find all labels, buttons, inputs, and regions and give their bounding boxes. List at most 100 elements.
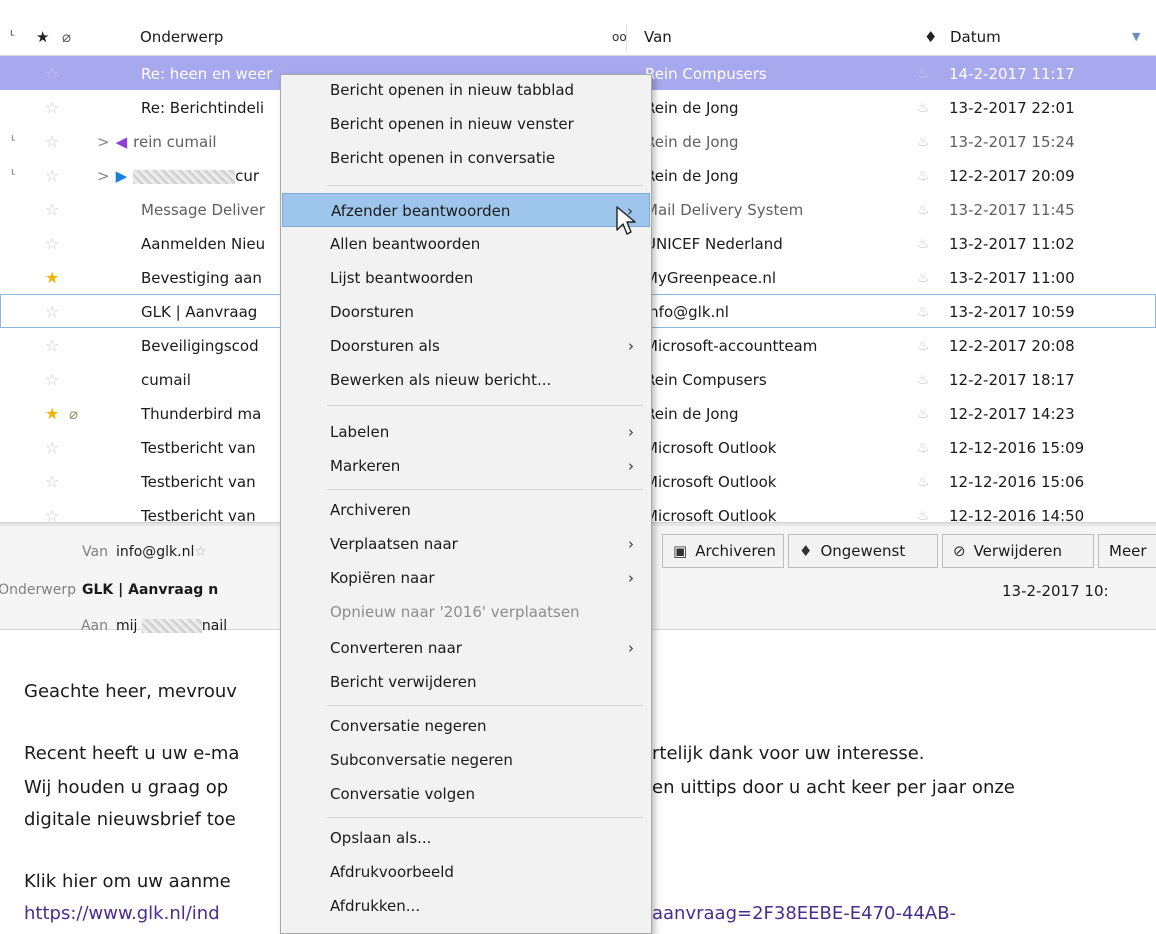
junk-flame-icon[interactable]: ♨ bbox=[917, 261, 937, 293]
menu-item-edit-as-new[interactable]: Bewerken als nieuw bericht... bbox=[282, 363, 650, 397]
star-filled-icon[interactable]: ★ bbox=[45, 261, 65, 293]
menu-item-ignore-subthread[interactable]: Subconversatie negeren bbox=[282, 743, 650, 777]
menu-item-save-as[interactable]: Opslaan als... bbox=[282, 821, 650, 855]
menu-item-label: Doorsturen bbox=[330, 303, 414, 321]
menu-separator bbox=[327, 405, 643, 406]
menu-item-label: Lijst beantwoorden bbox=[330, 269, 474, 287]
star-column-icon[interactable]: ★ bbox=[36, 18, 49, 56]
message-from: info@glk.nl bbox=[645, 303, 729, 321]
menu-item-mark[interactable]: Markeren › bbox=[282, 449, 650, 483]
archive-icon: ▣ bbox=[673, 542, 688, 560]
menu-item-move-to[interactable]: Verplaatsen naar › bbox=[282, 527, 650, 561]
menu-separator bbox=[327, 817, 643, 818]
message-from: Microsoft Outlook bbox=[645, 507, 777, 522]
junk-button[interactable]: ♦ Ongewenst bbox=[788, 534, 938, 568]
junk-flame-icon[interactable]: ♨ bbox=[917, 159, 937, 191]
body-text: Klik hier om uw aanme bbox=[24, 871, 231, 892]
sort-descending-icon: ▼ bbox=[1132, 30, 1141, 43]
menu-item-convert-to[interactable]: Converteren naar › bbox=[282, 631, 650, 665]
star-icon[interactable]: ☆ bbox=[45, 465, 65, 497]
attachment-column-icon[interactable]: ⌀ bbox=[62, 18, 71, 56]
more-button-label: Meer bbox=[1109, 542, 1147, 560]
menu-item-label: Opslaan als... bbox=[330, 829, 432, 847]
subject-column-header[interactable]: Onderwerp bbox=[140, 18, 223, 56]
menu-item-reply-list[interactable]: Lijst beantwoorden bbox=[282, 261, 650, 295]
from-column-header[interactable]: Van bbox=[644, 18, 672, 56]
menu-item-print-preview[interactable]: Afdrukvoorbeeld bbox=[282, 855, 650, 889]
star-icon[interactable]: ☆ bbox=[45, 227, 65, 259]
star-icon[interactable]: ☆ bbox=[45, 363, 65, 395]
menu-item-archive[interactable]: Archiveren bbox=[282, 493, 650, 527]
submenu-arrow-icon: › bbox=[628, 535, 634, 553]
add-contact-star-icon[interactable]: ☆ bbox=[194, 544, 207, 560]
from-value[interactable]: info@glk.nl bbox=[116, 544, 194, 560]
submenu-arrow-icon: › bbox=[628, 423, 634, 441]
menu-item-label: Subconversatie negeren bbox=[330, 751, 513, 769]
message-date: 13-2-2017 11:00 bbox=[949, 269, 1075, 287]
star-icon[interactable]: ☆ bbox=[45, 193, 65, 225]
junk-flame-icon[interactable]: ♨ bbox=[917, 295, 937, 327]
body-text: Wij houden u graag op bbox=[24, 777, 229, 798]
forwarded-icon: ▶ bbox=[115, 167, 128, 185]
junk-flame-icon[interactable]: ♨ bbox=[917, 227, 937, 259]
message-date: 12-2-2017 18:17 bbox=[949, 371, 1075, 389]
star-icon[interactable]: ☆ bbox=[45, 295, 65, 327]
star-icon[interactable]: ☆ bbox=[45, 91, 65, 123]
menu-item-print[interactable]: Afdrukken... bbox=[282, 889, 650, 923]
junk-flame-icon[interactable]: ♨ bbox=[917, 499, 937, 522]
menu-item-label: Bewerken als nieuw bericht... bbox=[330, 371, 552, 389]
star-icon[interactable]: ☆ bbox=[45, 125, 65, 157]
correspondents-column-icon[interactable]: oo bbox=[612, 18, 627, 56]
body-link[interactable]: https://www.glk.nl/ind bbox=[24, 903, 220, 924]
body-text: en uittips door u acht keer per jaar onz… bbox=[652, 777, 1015, 798]
subject-value-wrap: GLK | Aanvraag n bbox=[82, 582, 218, 598]
star-icon[interactable]: ☆ bbox=[45, 499, 65, 522]
message-from: UNICEF Nederland bbox=[645, 235, 783, 253]
menu-item-label: Conversatie volgen bbox=[330, 785, 475, 803]
junk-flame-icon[interactable]: ♨ bbox=[917, 125, 937, 157]
context-menu: Bericht openen in nieuw tabblad Bericht … bbox=[280, 74, 652, 934]
menu-item-forward-as[interactable]: Doorsturen als › bbox=[282, 329, 650, 363]
menu-separator bbox=[327, 489, 643, 490]
body-link[interactable]: aanvraag=2F38EEBE-E470-44AB- bbox=[652, 903, 956, 924]
star-icon[interactable]: ☆ bbox=[45, 329, 65, 361]
menu-item-open-window[interactable]: Bericht openen in nieuw venster bbox=[282, 107, 650, 141]
junk-flame-icon[interactable]: ♨ bbox=[917, 363, 937, 395]
message-from: Rein Compusers bbox=[645, 371, 767, 389]
junk-flame-icon[interactable]: ♨ bbox=[917, 465, 937, 497]
menu-item-forward[interactable]: Doorsturen bbox=[282, 295, 650, 329]
junk-flame-icon[interactable]: ♨ bbox=[917, 329, 937, 361]
menu-item-move-again: Opnieuw naar '2016' verplaatsen bbox=[282, 595, 650, 629]
menu-item-open-conversation[interactable]: Bericht openen in conversatie bbox=[282, 141, 650, 175]
menu-item-copy-to[interactable]: Kopiëren naar › bbox=[282, 561, 650, 595]
delete-prohibited-icon: ⊘ bbox=[953, 542, 966, 560]
menu-item-watch-thread[interactable]: Conversatie volgen bbox=[282, 777, 650, 811]
star-filled-icon[interactable]: ★ bbox=[45, 397, 65, 429]
junk-column-icon[interactable]: ♦ bbox=[924, 18, 937, 56]
menu-item-delete[interactable]: Bericht verwijderen bbox=[282, 665, 650, 699]
junk-flame-icon[interactable]: ♨ bbox=[917, 431, 937, 463]
star-icon[interactable]: ☆ bbox=[45, 159, 65, 191]
delete-button-label: Verwijderen bbox=[973, 542, 1062, 560]
star-icon[interactable]: ☆ bbox=[45, 431, 65, 463]
menu-item-reply-all[interactable]: Allen beantwoorden bbox=[282, 227, 650, 261]
menu-item-tag[interactable]: Labelen › bbox=[282, 415, 650, 449]
junk-flame-icon[interactable]: ♨ bbox=[917, 397, 937, 429]
twisty-collapsed-icon[interactable]: > bbox=[97, 167, 110, 185]
twisty-collapsed-icon[interactable]: > bbox=[97, 133, 110, 151]
thread-column-icon[interactable]: ᒻ bbox=[10, 18, 15, 56]
thread-icon: ᒻ bbox=[11, 134, 17, 149]
from-value-wrap: info@glk.nl☆ bbox=[116, 544, 207, 560]
star-icon[interactable]: ☆ bbox=[45, 57, 65, 89]
menu-item-reply-sender[interactable]: Afzender beantwoorden › bbox=[282, 193, 650, 227]
junk-flame-icon[interactable]: ♨ bbox=[917, 193, 937, 225]
archive-button[interactable]: ▣ Archiveren bbox=[662, 534, 784, 568]
menu-item-open-tab[interactable]: Bericht openen in nieuw tabblad bbox=[282, 73, 650, 107]
junk-flame-icon[interactable]: ♨ bbox=[917, 57, 937, 89]
date-column-header[interactable]: Datum bbox=[950, 18, 1001, 56]
more-button[interactable]: Meer bbox=[1098, 534, 1156, 568]
junk-flame-icon[interactable]: ♨ bbox=[917, 91, 937, 123]
delete-button[interactable]: ⊘ Verwijderen bbox=[942, 534, 1094, 568]
menu-separator bbox=[327, 705, 643, 706]
menu-item-ignore-thread[interactable]: Conversatie negeren bbox=[282, 709, 650, 743]
